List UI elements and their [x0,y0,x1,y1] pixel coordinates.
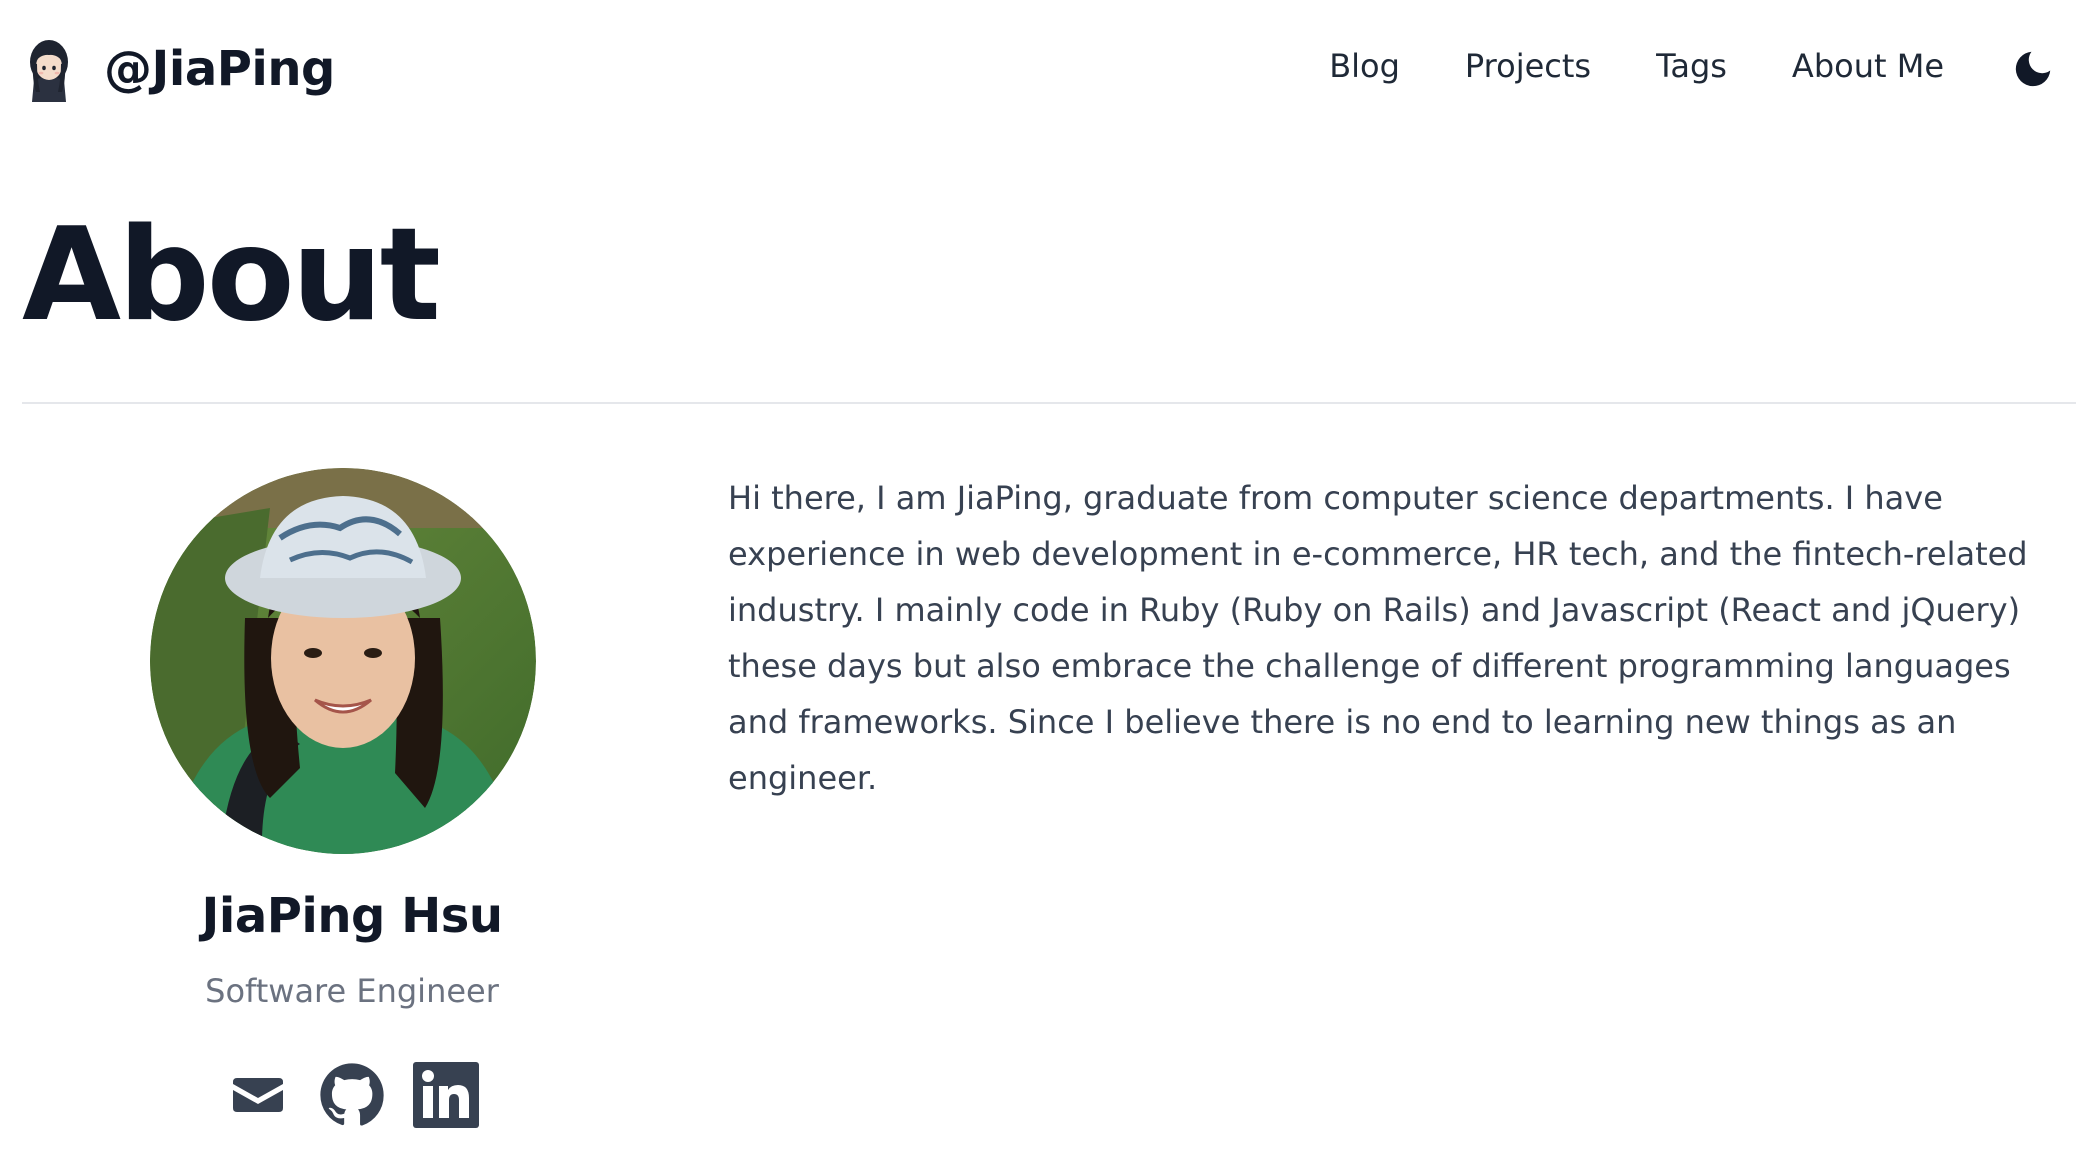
moon-icon[interactable] [2010,46,2056,92]
github-link[interactable] [319,1062,385,1128]
home-link[interactable]: @JiaPing [24,36,335,102]
title-divider [22,402,2076,404]
linkedin-icon [413,1062,479,1128]
email-link[interactable] [225,1062,291,1128]
page-title: About [22,201,441,350]
bio-text: Hi there, I am JiaPing, graduate from co… [728,479,2028,797]
avatar [150,468,536,854]
profile-name: JiaPing Hsu [201,888,504,944]
site-header: @JiaPing Blog Projects Tags About Me [0,0,2082,140]
linkedin-link[interactable] [413,1062,479,1128]
nav-item-tags[interactable]: Tags [1656,46,1727,86]
nav-item-projects[interactable]: Projects [1465,46,1591,86]
site-logo-icon [30,40,68,102]
github-icon [320,1063,384,1126]
about-page: @JiaPing Blog Projects Tags About Me Abo… [0,0,2082,1170]
nav-item-blog[interactable]: Blog [1329,46,1400,86]
site-title: @JiaPing [104,41,335,97]
main-nav: Blog Projects Tags About Me [1329,46,1944,86]
mail-icon [233,1078,283,1112]
profile-role: Software Engineer [205,972,499,1010]
nav-item-about-me[interactable]: About Me [1792,46,1944,86]
social-links [22,1062,682,1128]
